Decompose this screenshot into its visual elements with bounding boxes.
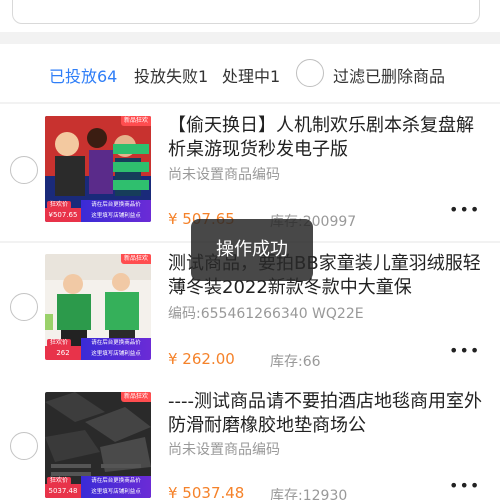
status-tabs: 已投放64 投放失败1 处理中1 过滤已删除商品 — [0, 44, 500, 102]
select-radio[interactable] — [10, 432, 38, 460]
success-toast: 操作成功 — [191, 219, 313, 281]
product-price: ¥ 5037.48 — [168, 484, 245, 500]
product-title[interactable]: 【偷天换日】人机制欢乐剧本杀复盘解析桌游现货秒发电子版 — [168, 114, 486, 162]
select-radio[interactable] — [10, 156, 38, 184]
product-thumbnail[interactable]: 新品狂欢 狂欢价 262 请在后台更换商品价 这里填写店铺利益点 — [45, 254, 151, 360]
product-stock: 库存:12930 — [270, 488, 348, 500]
promo-strip-line-2: 这里填写店铺利益点 — [91, 213, 141, 219]
product-stock: 库存:66 — [270, 354, 321, 370]
thumb-price: 5037.48 — [45, 484, 81, 498]
tab-failed[interactable]: 投放失败1 — [134, 63, 208, 87]
product-code: 尚未设置商品编码 — [168, 167, 280, 183]
promo-strip: 请在后台更换商品价 这里填写店铺利益点 — [81, 476, 151, 498]
promo-strip: 请在后台更换商品价 这里填写店铺利益点 — [81, 200, 151, 222]
product-thumbnail[interactable]: 新品狂欢 狂欢价 ¥507.65 请在后台更换商品价 这里填写店铺利益点 — [45, 116, 151, 222]
filter-deleted-label[interactable]: 过滤已删除商品 — [333, 63, 445, 87]
search-bar — [0, 0, 500, 32]
tab-processing[interactable]: 处理中1 — [222, 63, 280, 87]
ellipsis-icon[interactable]: ••• — [449, 200, 480, 219]
search-input[interactable] — [12, 0, 480, 24]
product-thumbnail[interactable]: 新品狂欢 狂欢价 5037.48 请在后台更换商品价 这里填写店铺利益点 — [45, 392, 151, 498]
product-item[interactable]: 新品狂欢 狂欢价 5037.48 请在后台更换商品价 这里填写店铺利益点 ---… — [0, 380, 500, 500]
product-title[interactable]: ----测试商品请不要拍酒店地毯商用室外防滑耐磨橡胶地垫商场公 — [168, 390, 486, 438]
promo-strip-line-2: 这里填写店铺利益点 — [91, 351, 141, 357]
promo-strip: 请在后台更换商品价 这里填写店铺利益点 — [81, 338, 151, 360]
promo-strip-line-1: 请在后台更换商品价 — [91, 340, 141, 346]
filter-deleted-radio[interactable] — [296, 59, 324, 87]
product-price: ¥ 262.00 — [168, 350, 235, 368]
ellipsis-icon[interactable]: ••• — [449, 476, 480, 495]
tab-placed[interactable]: 已投放64 — [49, 63, 117, 87]
ellipsis-icon[interactable]: ••• — [449, 341, 480, 360]
thumb-price: ¥507.65 — [45, 208, 81, 222]
promo-strip-line-1: 请在后台更换商品价 — [91, 202, 141, 208]
promo-tag: 新品狂欢 — [120, 116, 151, 126]
select-radio[interactable] — [10, 293, 38, 321]
product-code: 编码:655461266340 WQ22E — [168, 306, 364, 322]
thumb-price: 262 — [45, 346, 81, 360]
promo-tag: 新品狂欢 — [120, 392, 151, 402]
promo-strip-line-2: 这里填写店铺利益点 — [91, 489, 141, 495]
product-code: 尚未设置商品编码 — [168, 442, 280, 458]
promo-tag: 新品狂欢 — [120, 254, 151, 264]
promo-strip-line-1: 请在后台更换商品价 — [91, 478, 141, 484]
